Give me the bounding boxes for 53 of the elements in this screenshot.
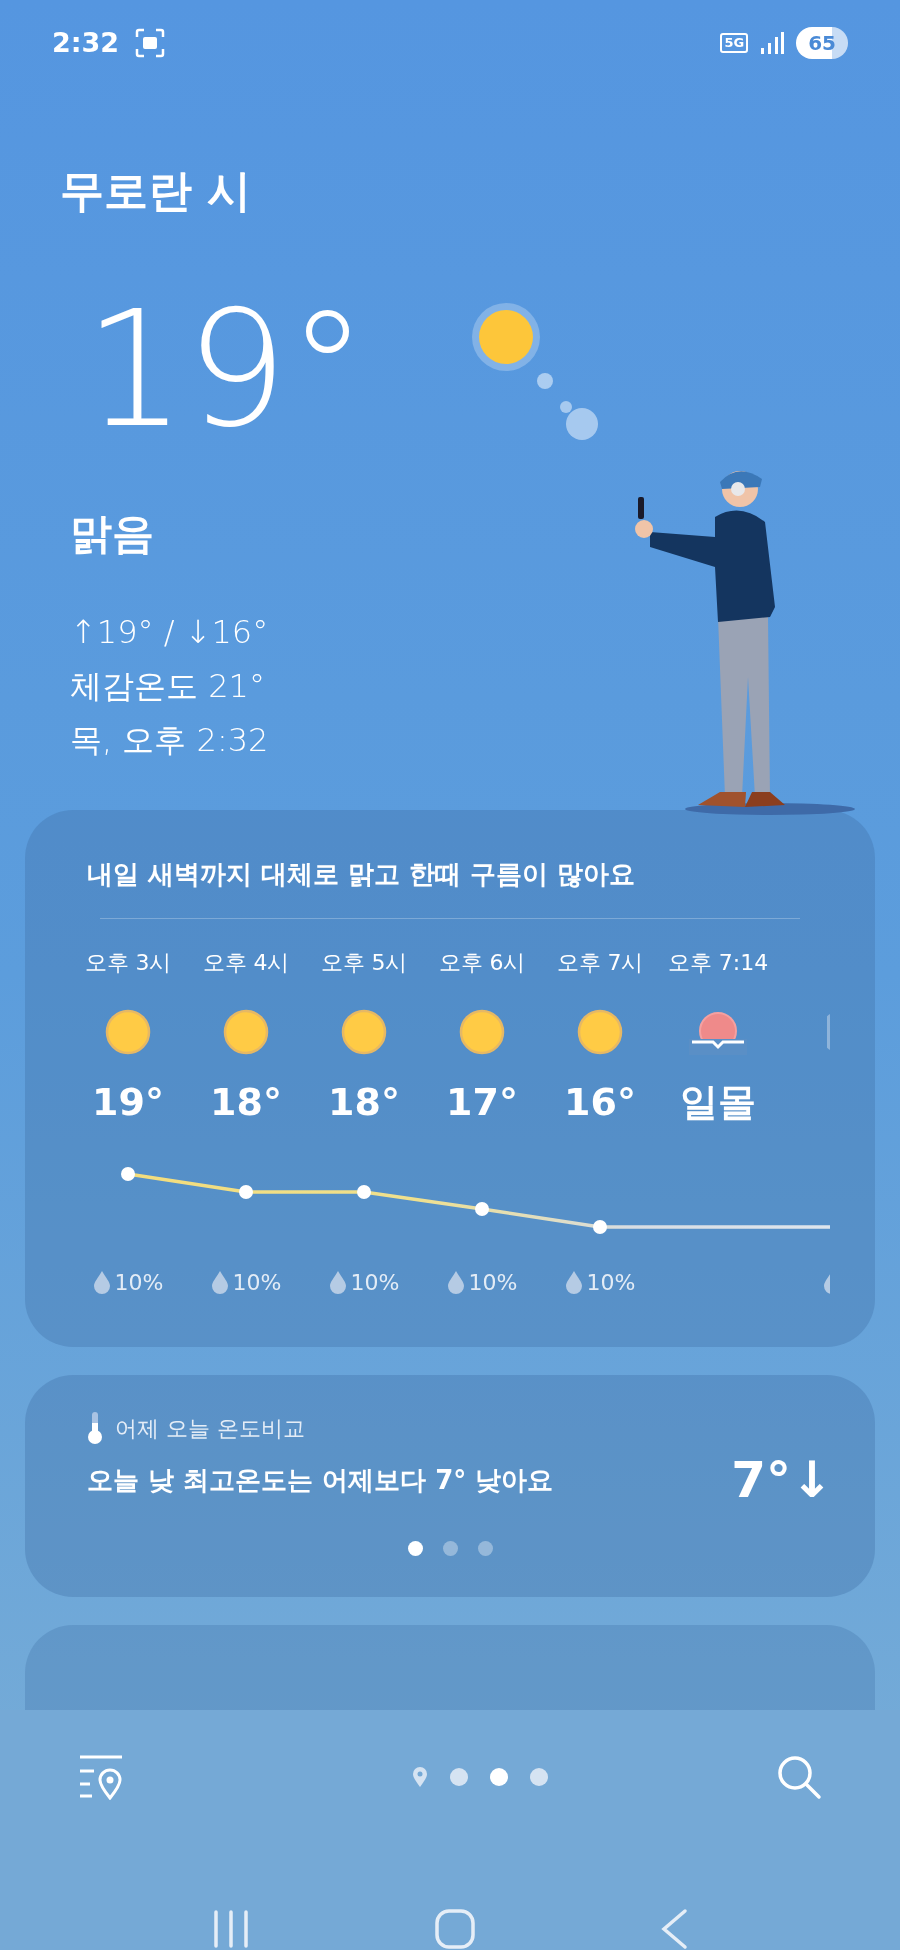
raindrop-icon bbox=[92, 1270, 111, 1294]
temperature-point bbox=[121, 1167, 135, 1181]
sun-icon bbox=[223, 1009, 269, 1055]
screenshot-icon bbox=[135, 28, 166, 58]
city-name: 무로란 시 bbox=[60, 164, 252, 218]
raindrop-icon bbox=[210, 1270, 229, 1294]
hour-label: 오후 6시 bbox=[438, 949, 526, 977]
precipitation-chance: 10% bbox=[586, 1268, 636, 1297]
precipitation-chance: 10% bbox=[350, 1268, 400, 1297]
signal-icon bbox=[760, 31, 785, 55]
search-icon[interactable] bbox=[776, 1754, 822, 1800]
hour-temperature: 19° bbox=[92, 1079, 164, 1126]
hour-label: 오후 7시 bbox=[556, 949, 644, 977]
hour-label: 오후 4시 bbox=[202, 949, 290, 977]
sunset-icon bbox=[689, 1009, 747, 1055]
hour-temperature: 16° bbox=[564, 1079, 636, 1126]
comparison-label: 어제 오늘 온도비교 bbox=[115, 1414, 305, 1443]
sun-icon bbox=[577, 1009, 623, 1055]
sun-icon bbox=[341, 1009, 387, 1055]
raindrop-icon bbox=[328, 1270, 347, 1294]
temperature-point bbox=[239, 1185, 253, 1199]
network-indicator: 5G bbox=[720, 33, 749, 53]
sun-icon bbox=[459, 1009, 505, 1055]
current-temperature: 19° bbox=[84, 290, 368, 450]
feels-like-temperature: 체감온도 21° bbox=[70, 666, 266, 707]
hour-label: 오후 7:14 bbox=[667, 949, 769, 977]
hour-temperature: 18° bbox=[328, 1079, 400, 1126]
hour-label: 오후 3시 bbox=[84, 949, 172, 977]
sun-icon bbox=[105, 1009, 151, 1055]
location-list-icon[interactable] bbox=[78, 1754, 124, 1800]
hour-temperature: 18° bbox=[210, 1079, 282, 1126]
temperature-point bbox=[357, 1185, 371, 1199]
thermometer-icon bbox=[87, 1411, 103, 1445]
forecast-summary: 내일 새벽까지 대체로 맑고 한때 구름이 많아요 bbox=[86, 858, 637, 891]
hour-temperature: 17° bbox=[446, 1079, 518, 1126]
precipitation-chance: 10% bbox=[232, 1268, 282, 1297]
battery-indicator: 65 bbox=[796, 27, 848, 59]
temperature-difference: 7°↓ bbox=[731, 1455, 833, 1505]
weather-condition: 맑음 bbox=[70, 508, 154, 560]
updated-time: 목, 오후 2:32 bbox=[70, 720, 269, 761]
high-low-temperature: ↑19° / ↓16° bbox=[70, 612, 269, 653]
raindrop-icon bbox=[564, 1270, 583, 1294]
home-icon[interactable] bbox=[434, 1908, 476, 1950]
hour-temperature: 일몰 bbox=[680, 1079, 756, 1126]
hour-label: 오후 5시 bbox=[320, 949, 408, 977]
status-time: 2:32 bbox=[52, 25, 120, 60]
temperature-point bbox=[593, 1220, 607, 1234]
temperature-point bbox=[475, 1202, 489, 1216]
location-pin-icon[interactable] bbox=[412, 1766, 428, 1788]
precipitation-chance: 10% bbox=[468, 1268, 518, 1297]
raindrop-icon bbox=[446, 1270, 465, 1294]
comparison-message: 오늘 낮 최고온도는 어제보다 7° 낮아요 bbox=[87, 1463, 554, 1497]
precipitation-chance: 10% bbox=[114, 1268, 164, 1297]
